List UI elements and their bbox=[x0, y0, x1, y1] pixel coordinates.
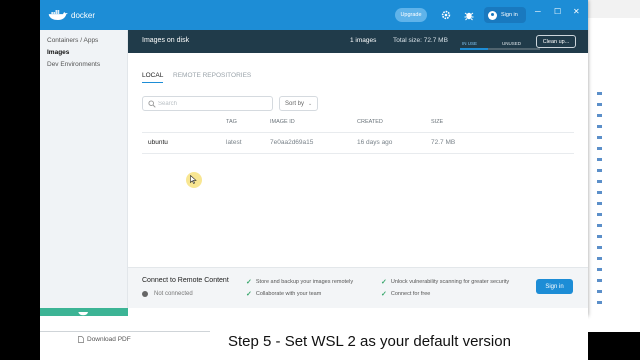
settings-gear-icon[interactable] bbox=[440, 9, 452, 21]
search-icon bbox=[148, 100, 156, 108]
header-signin-button[interactable]: Sign in bbox=[484, 7, 526, 23]
unused-label: UNUSED bbox=[502, 41, 522, 46]
usage-bar-fill bbox=[460, 48, 488, 50]
docker-logo: docker bbox=[48, 9, 95, 21]
download-pdf-label: Download PDF bbox=[87, 336, 131, 343]
check-icon: ✓ bbox=[246, 279, 252, 286]
screen: docker Upgrade Sign in ─ ☐ ✕ Containers … bbox=[0, 0, 640, 360]
sort-label: Sort by bbox=[285, 100, 305, 107]
connection-status-label: Not connected bbox=[154, 291, 193, 297]
image-created: 16 days ago bbox=[357, 139, 393, 146]
feature-label: Collaborate with your team bbox=[255, 291, 322, 297]
column-header-image-id[interactable]: IMAGE ID bbox=[270, 119, 295, 125]
feature-label: Unlock vulnerability scanning for greate… bbox=[390, 279, 510, 285]
clean-up-button[interactable]: Clean up... bbox=[536, 35, 576, 48]
tab-local[interactable]: LOCAL bbox=[142, 72, 164, 83]
connection-status: Not connected bbox=[142, 291, 193, 297]
feature-item: ✓ Collaborate with your team bbox=[246, 290, 321, 298]
remote-signin-button[interactable]: Sign in bbox=[536, 279, 573, 294]
total-size: Total size: 72.7 MB bbox=[393, 37, 448, 44]
search-field[interactable] bbox=[142, 96, 273, 111]
feature-item: ✓ Connect for free bbox=[381, 290, 430, 298]
app-name: docker bbox=[71, 10, 96, 20]
mouse-cursor-highlight bbox=[186, 172, 202, 188]
image-count: 1 images bbox=[350, 37, 377, 44]
user-avatar-icon bbox=[488, 10, 497, 20]
header-signin-label: Sign in bbox=[501, 12, 518, 18]
sidebar-item-containers[interactable]: Containers / Apps bbox=[47, 37, 98, 44]
feature-item: ✓ Store and backup your images remotely bbox=[246, 278, 353, 286]
feature-label: Connect for free bbox=[390, 291, 431, 297]
minimize-icon[interactable]: ─ bbox=[535, 7, 541, 16]
sidebar-item-images[interactable]: Images bbox=[47, 49, 69, 56]
table-divider bbox=[142, 132, 574, 133]
feature-item: ✓ Unlock vulnerability scanning for great… bbox=[381, 278, 509, 286]
sidebar-footer-whale-bar bbox=[40, 308, 128, 316]
image-size: 72.7 MB bbox=[431, 139, 456, 146]
column-header-created[interactable]: CREATED bbox=[357, 119, 383, 125]
tab-remote-repositories[interactable]: REMOTE REPOSITORIES bbox=[173, 72, 251, 79]
background-toolbar bbox=[587, 0, 640, 18]
tutorial-page-strip: Download PDF Step 5 - Set WSL 2 as your … bbox=[40, 316, 588, 360]
remote-content-panel: Connect to Remote Content Not connected … bbox=[128, 267, 588, 308]
pointer-icon bbox=[190, 175, 197, 184]
in-use-label: IN USE bbox=[462, 41, 478, 46]
step-caption: Step 5 - Set WSL 2 as your default versi… bbox=[228, 333, 511, 350]
close-icon[interactable]: ✕ bbox=[573, 7, 580, 16]
sort-dropdown[interactable]: Sort by ⌄ bbox=[279, 96, 318, 111]
footer-whale-icon bbox=[78, 311, 89, 315]
sidebar-item-dev-environments[interactable]: Dev Environments bbox=[47, 61, 100, 68]
chevron-down-icon: ⌄ bbox=[308, 100, 313, 107]
maximize-icon[interactable]: ☐ bbox=[554, 7, 561, 16]
whale-icon bbox=[48, 10, 68, 20]
column-header-size[interactable]: SIZE bbox=[431, 119, 443, 125]
column-header-tag[interactable]: TAG bbox=[226, 119, 237, 125]
check-icon: ✓ bbox=[246, 291, 252, 298]
check-icon: ✓ bbox=[381, 291, 387, 298]
search-input[interactable] bbox=[158, 99, 268, 109]
troubleshoot-bug-icon[interactable] bbox=[463, 9, 475, 21]
feature-label: Store and backup your images remotely bbox=[255, 279, 354, 285]
image-id: 7e0aa2d69a15 bbox=[270, 139, 314, 146]
document-icon bbox=[78, 336, 84, 343]
upgrade-button[interactable]: Upgrade bbox=[395, 8, 427, 22]
images-header: Images on disk 1 images Total size: 72.7… bbox=[128, 30, 588, 53]
page-title: Images on disk bbox=[142, 37, 190, 44]
usage-bar bbox=[460, 48, 540, 50]
divider bbox=[40, 331, 210, 332]
image-tag: latest bbox=[226, 139, 242, 146]
table-row-divider bbox=[142, 153, 574, 154]
remote-title: Connect to Remote Content bbox=[142, 277, 229, 284]
title-bar: docker Upgrade Sign in ─ ☐ ✕ bbox=[40, 0, 588, 30]
check-icon: ✓ bbox=[381, 279, 387, 286]
background-text-marks bbox=[597, 92, 603, 312]
image-name[interactable]: ubuntu bbox=[148, 139, 168, 146]
download-pdf-link[interactable]: Download PDF bbox=[78, 336, 131, 343]
sidebar: Containers / Apps Images Dev Environment… bbox=[40, 30, 128, 308]
status-dot-icon bbox=[142, 291, 148, 297]
background-browser-page bbox=[586, 0, 640, 332]
